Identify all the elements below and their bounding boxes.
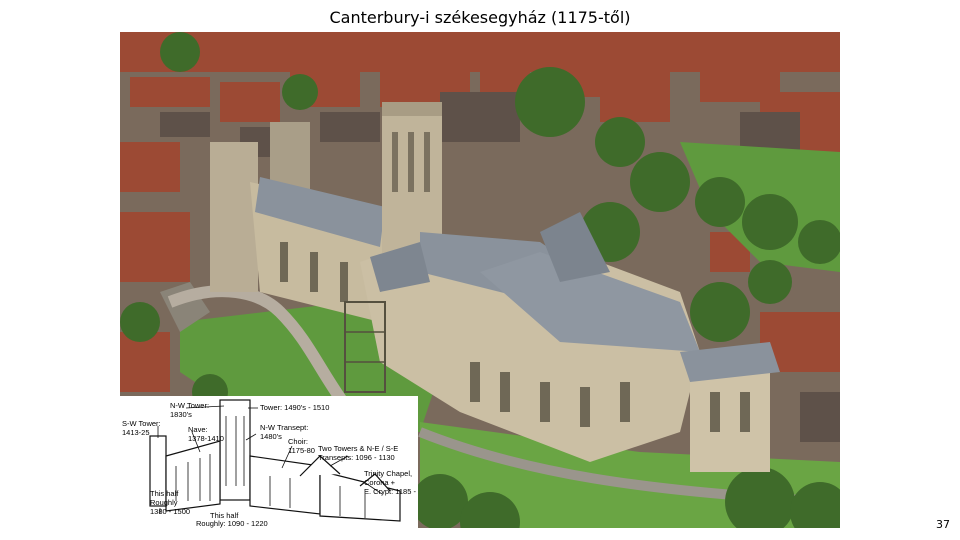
label-trinity-chapel: Trinity Chapel, bbox=[364, 469, 412, 478]
diagram-drawing: N-W Tower: 1830's Tower: 1490's - 1510 S… bbox=[122, 399, 435, 528]
label-this-half-a: This half bbox=[150, 489, 179, 498]
label-dates-a: 1380 - 1500 bbox=[150, 507, 190, 516]
label-nw-transept-date: 1480's bbox=[260, 432, 282, 441]
label-nw-tower: N-W Tower: bbox=[170, 401, 209, 410]
cathedral-dating-diagram: N-W Tower: 1830's Tower: 1490's - 1510 S… bbox=[120, 396, 435, 528]
label-corona: Corona + bbox=[364, 478, 396, 487]
label-nw-tower-date: 1830's bbox=[170, 410, 192, 419]
page-number: 37 bbox=[936, 518, 950, 531]
label-sw-tower-date: 1413-25 bbox=[122, 428, 150, 437]
label-nave-date: 1378-1410 bbox=[188, 434, 224, 443]
label-transepts: Transepts: 1096 - 1130 bbox=[318, 453, 395, 462]
label-nave: Nave: bbox=[188, 425, 208, 434]
label-tower: Tower: 1490's - 1510 bbox=[260, 403, 329, 412]
label-roughly-a: Roughly bbox=[150, 498, 178, 507]
label-two-towers: Two Towers & N-E / S-E bbox=[318, 444, 398, 453]
label-sw-tower: S-W Tower: bbox=[122, 419, 161, 428]
label-choir: Choir: bbox=[288, 437, 308, 446]
label-choir-date: 1175-80 bbox=[288, 446, 315, 455]
label-roughly-b: Roughly: 1090 - 1220 bbox=[196, 519, 268, 528]
label-crypt: E. Crypt: 1185 - 1220 bbox=[364, 487, 418, 496]
slide-title: Canterbury-i székesegyház (1175-től) bbox=[329, 8, 631, 27]
label-nw-transept: N-W Transept: bbox=[260, 423, 308, 432]
